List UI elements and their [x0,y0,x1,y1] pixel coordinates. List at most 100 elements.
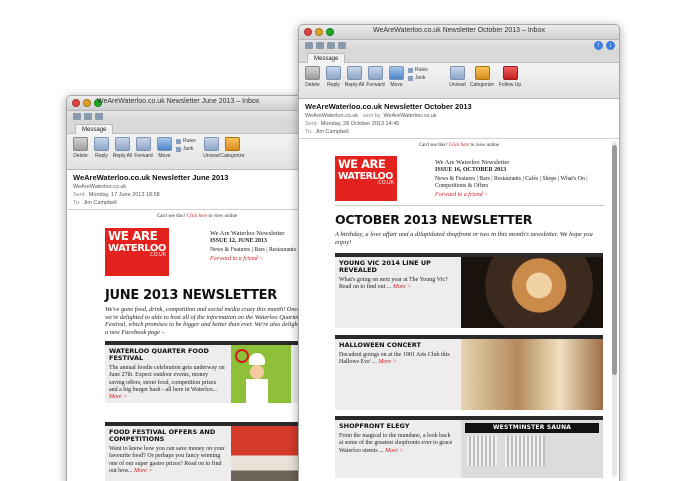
more-link[interactable]: More > [378,359,396,365]
scrollbar-thumb[interactable] [612,145,617,375]
envelope-icon [204,137,219,151]
rules-button[interactable]: Rules [176,138,200,144]
quick-access-bar: ↑ ↓ [299,40,619,52]
save-icon[interactable] [73,113,81,120]
save-icon[interactable] [305,42,313,49]
message-to: To: Jim Campbell [305,129,349,135]
message-subject: WeAreWaterloo.co.uk Newsletter October 2… [305,102,472,111]
undo-icon[interactable] [84,113,92,120]
forward-icon [136,137,151,151]
tab-message[interactable]: Message [307,53,346,63]
actress-portrait-photo [461,257,603,328]
flag-icon [502,66,518,80]
message-from: WeAreWaterloo.co.uk sent by WeAreWaterloo… [305,113,437,119]
unread-button[interactable]: Unread [202,137,221,159]
trash-icon [305,66,320,80]
print-icon[interactable] [95,113,103,120]
junk-icon [176,146,181,152]
message-to: To: Jim Campbell [73,200,117,206]
market-stall-photo [231,426,301,481]
view-online-link[interactable]: Click here [187,214,208,219]
message-body: Can't see this? Click here to view onlin… [67,210,327,481]
undo-icon[interactable] [316,42,324,49]
divider [335,205,605,206]
window-title: WeAreWaterloo.co.uk Newsletter October 2… [373,27,545,34]
view-online-note: Can't see this? Click here to view onlin… [418,143,500,148]
more-link[interactable]: More > [393,284,411,290]
category-icon [474,66,490,80]
news-card[interactable]: YOUNG VIC 2014 LINE UP REVEALED What's g… [335,253,603,328]
sync-icon[interactable] [338,42,346,49]
reply-all-icon [115,137,130,151]
more-link[interactable]: More > [109,394,127,400]
news-card[interactable]: HALLOWEEN CONCERT Decadent goings on at … [335,335,603,410]
news-card[interactable]: FOOD FESTIVAL OFFERS AND COMPETITIONS Wa… [105,422,327,481]
scrollbar[interactable] [612,141,617,477]
message-from: WeAreWaterloo.co.uk [73,184,127,190]
delete-button[interactable]: Delete [71,137,90,159]
title-bar[interactable]: WeAreWaterloo.co.uk Newsletter June 2013… [67,96,327,111]
window-title: WeAreWaterloo.co.uk Newsletter June 2013… [97,98,260,105]
message-body: Can't see this? Click here to view onlin… [299,139,619,479]
more-link[interactable]: More > [385,448,403,454]
unread-button[interactable]: Unread [448,66,467,88]
rules-junk-group: Rules Junk [408,66,432,81]
close-window-button[interactable] [72,99,80,107]
tab-message[interactable]: Message [75,124,114,134]
forward-button[interactable]: Forward [366,66,385,88]
reply-button[interactable]: Reply [92,137,111,159]
minimize-window-button[interactable] [83,99,91,107]
email-window-june: WeAreWaterloo.co.uk Newsletter June 2013… [66,95,328,481]
trash-icon [73,137,88,151]
we-are-waterloo-logo[interactable]: WE ARE WATERLOO .CO.UK [105,228,169,276]
message-header: WeAreWaterloo.co.uk Newsletter June 2013… [67,170,327,210]
newsletter-masthead: We Are Waterloo Newsletter ISSUE 16, OCT… [435,159,605,198]
ribbon-toolbar: Delete Reply Reply All Forward Move Rule… [67,134,327,170]
view-online-note: Can't see this? Click here to view onlin… [156,214,238,219]
rules-junk-group: Rules Junk [176,137,200,152]
title-bar[interactable]: WeAreWaterloo.co.uk Newsletter October 2… [299,25,619,40]
reply-all-button[interactable]: Reply All [113,137,132,159]
folder-icon [157,137,172,151]
next-message-button[interactable]: ↓ [606,41,615,50]
reply-all-icon [347,66,362,80]
categorize-button[interactable]: Categorize [469,66,495,88]
message-subject: WeAreWaterloo.co.uk Newsletter June 2013 [73,173,229,182]
newsletter-intro: A birthday, a love affair and a dilapida… [335,231,593,246]
follow-up-button[interactable]: Follow Up [497,66,523,88]
reply-icon [326,66,341,80]
reply-icon [94,137,109,151]
junk-button[interactable]: Junk [176,146,200,152]
newsletter-heading: JUNE 2013 NEWSLETTER [105,288,277,303]
rules-button[interactable]: Rules [408,67,432,73]
we-are-waterloo-logo[interactable]: WE ARE WATERLOO .CO.UK [335,156,397,201]
forward-button[interactable]: Forward [134,137,153,159]
newsletter-heading: OCTOBER 2013 NEWSLETTER [335,212,533,227]
forward-to-friend-link[interactable]: Forward to a friend > [435,192,605,198]
categorize-button[interactable]: Categorize [220,137,245,159]
rules-icon [408,67,413,73]
envelope-icon [450,66,465,80]
reply-all-button[interactable]: Reply All [345,66,364,88]
ribbon-tabs: Message [67,123,327,134]
news-card[interactable]: WATERLOO QUARTER FOOD FESTIVAL The annua… [105,341,327,403]
more-link[interactable]: More > [134,468,152,474]
message-sent: Sent: Monday, 28 October 2013 14:45 [305,121,400,127]
junk-icon [408,75,413,81]
shopfront-photo: WESTMINSTER SAUNA [461,420,603,478]
message-header: WeAreWaterloo.co.uk Newsletter October 2… [299,99,619,139]
message-sent: Sent: Monday, 17 June 2013 18:58 [73,192,160,198]
chef-illustration [231,345,291,403]
section-links[interactable]: News & Features | Bars | Restaurants | C… [435,176,605,190]
move-button[interactable]: Move [387,66,406,88]
previous-message-button[interactable]: ↑ [594,41,603,50]
view-online-link[interactable]: Click here [449,143,470,148]
junk-button[interactable]: Junk [408,75,432,81]
news-card[interactable]: SHOPFRONT ELEGY From the magical to the … [335,416,603,478]
message-navigation: ↑ ↓ [594,41,615,50]
delete-button[interactable]: Delete [303,66,322,88]
move-button[interactable]: Move [155,137,174,159]
shop-sign: WESTMINSTER SAUNA [465,423,599,433]
print-icon[interactable] [327,42,335,49]
reply-button[interactable]: Reply [324,66,343,88]
